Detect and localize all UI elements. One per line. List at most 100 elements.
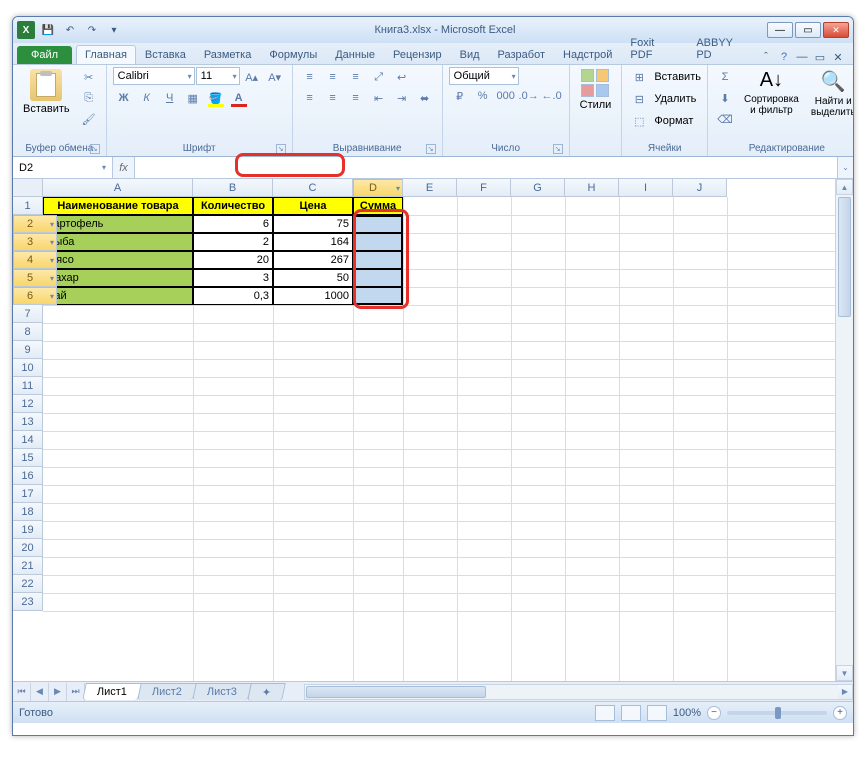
sort-filter-button[interactable]: A↓ Сортировка и фильтр <box>740 67 803 118</box>
cell-B3[interactable]: 2 <box>193 233 273 251</box>
grow-font-button[interactable]: A▴ <box>241 67 263 87</box>
sheet-prev-button[interactable]: ◀ <box>31 683 49 701</box>
align-top-button[interactable]: ≡ <box>299 67 321 87</box>
undo-button[interactable]: ↶ <box>61 21 79 39</box>
column-header-C[interactable]: C <box>273 179 353 197</box>
row-header-1[interactable]: 1 <box>13 197 43 215</box>
new-sheet-button[interactable]: ✦ <box>247 683 286 701</box>
row-header-10[interactable]: 10 <box>13 359 43 377</box>
find-select-button[interactable]: 🔍 Найти и выделить <box>807 67 854 120</box>
sheet-tab-2[interactable]: Лист2 <box>137 683 197 700</box>
cut-button[interactable]: ✂ <box>78 67 100 87</box>
shrink-font-button[interactable]: A▾ <box>264 67 286 87</box>
tab-formulas[interactable]: Формулы <box>260 45 326 64</box>
fill-color-button[interactable]: 🪣 <box>205 88 227 108</box>
number-format-select[interactable]: Общий <box>449 67 519 85</box>
number-launcher[interactable]: ↘ <box>553 144 563 154</box>
tab-view[interactable]: Вид <box>451 45 489 64</box>
zoom-slider[interactable] <box>727 711 827 715</box>
sheet-tab-3[interactable]: Лист3 <box>192 683 252 700</box>
cell-A5[interactable]: Сахар <box>43 269 193 287</box>
clear-button[interactable]: ⌫ <box>714 109 736 129</box>
close-button[interactable] <box>823 22 849 38</box>
merge-button[interactable]: ⬌ <box>414 88 436 108</box>
horizontal-scrollbar[interactable]: ◀ ▶ <box>304 684 853 700</box>
row-header-16[interactable]: 16 <box>13 467 43 485</box>
cell-D6[interactable] <box>353 287 403 305</box>
row-header-11[interactable]: 11 <box>13 377 43 395</box>
format-painter-button[interactable]: 🖌 <box>78 109 100 129</box>
zoom-out-button[interactable]: − <box>707 706 721 720</box>
cell-C6[interactable]: 1000 <box>273 287 353 305</box>
name-box[interactable]: D2 <box>13 157 113 178</box>
align-left-button[interactable]: ≡ <box>299 88 321 108</box>
row-header-9[interactable]: 9 <box>13 341 43 359</box>
tab-addins[interactable]: Надстрой <box>554 45 621 64</box>
font-size-select[interactable]: 11 <box>196 67 240 85</box>
clipboard-launcher[interactable]: ↘ <box>90 144 100 154</box>
format-cells-button[interactable]: ⬚ <box>628 111 650 131</box>
fx-button[interactable]: fx <box>113 157 135 178</box>
column-header-A[interactable]: A <box>43 179 193 197</box>
fill-button[interactable]: ⬇ <box>714 88 736 108</box>
row-header-6[interactable]: 6 <box>13 287 57 305</box>
decrease-indent-button[interactable]: ⇤ <box>368 88 390 108</box>
row-header-20[interactable]: 20 <box>13 539 43 557</box>
tab-foxit[interactable]: Foxit PDF <box>621 33 687 64</box>
sheet-next-button[interactable]: ▶ <box>49 683 67 701</box>
view-layout-button[interactable] <box>621 705 641 721</box>
delete-cells-button[interactable]: ⊟ <box>628 89 650 109</box>
align-right-button[interactable]: ≡ <box>345 88 367 108</box>
wrap-text-button[interactable]: ↩ <box>391 67 413 87</box>
scroll-down-arrow[interactable]: ▼ <box>836 665 853 681</box>
tab-layout[interactable]: Разметка <box>195 45 261 64</box>
row-header-19[interactable]: 19 <box>13 521 43 539</box>
cell-A1[interactable]: Наименование товара <box>43 197 193 215</box>
cell-A2[interactable]: Картофель <box>43 215 193 233</box>
doc-close-icon[interactable]: ✕ <box>831 50 845 64</box>
expand-formula-bar[interactable]: ⌄ <box>837 157 853 178</box>
font-launcher[interactable]: ↘ <box>276 144 286 154</box>
minimize-ribbon-icon[interactable]: ˆ <box>759 50 773 64</box>
increase-decimal-button[interactable]: .0→ <box>518 86 540 106</box>
border-button[interactable]: ▦ <box>182 88 204 108</box>
font-color-button[interactable]: А <box>228 88 250 108</box>
row-header-22[interactable]: 22 <box>13 575 43 593</box>
cell-C2[interactable]: 75 <box>273 215 353 233</box>
doc-restore-icon[interactable]: ▭ <box>813 50 827 64</box>
cell-C5[interactable]: 50 <box>273 269 353 287</box>
column-header-F[interactable]: F <box>457 179 511 197</box>
bold-button[interactable]: Ж <box>113 88 135 108</box>
select-all-corner[interactable] <box>13 179 43 197</box>
cell-A3[interactable]: Рыба <box>43 233 193 251</box>
decrease-decimal-button[interactable]: ←.0 <box>541 86 563 106</box>
cell-C1[interactable]: Цена <box>273 197 353 215</box>
row-header-21[interactable]: 21 <box>13 557 43 575</box>
tab-insert[interactable]: Вставка <box>136 45 195 64</box>
cell-D4[interactable] <box>353 251 403 269</box>
cells-area[interactable]: Наименование товараКоличествоЦенаСуммаКа… <box>43 197 835 681</box>
column-header-E[interactable]: E <box>403 179 457 197</box>
alignment-launcher[interactable]: ↘ <box>426 144 436 154</box>
help-icon[interactable]: ? <box>777 50 791 64</box>
cell-D5[interactable] <box>353 269 403 287</box>
underline-button[interactable]: Ч <box>159 88 181 108</box>
column-header-G[interactable]: G <box>511 179 565 197</box>
orientation-button[interactable]: ⤢ <box>368 67 390 87</box>
scroll-right-arrow[interactable]: ▶ <box>838 685 852 699</box>
column-header-D[interactable]: D <box>353 179 403 197</box>
minimize-button[interactable]: — <box>767 22 793 38</box>
vscroll-thumb[interactable] <box>838 197 851 317</box>
cell-B6[interactable]: 0,3 <box>193 287 273 305</box>
scroll-up-arrow[interactable]: ▲ <box>836 179 853 195</box>
tab-data[interactable]: Данные <box>326 45 384 64</box>
cell-D1[interactable]: Сумма <box>353 197 403 215</box>
cell-B4[interactable]: 20 <box>193 251 273 269</box>
tab-file[interactable]: Файл <box>17 46 72 64</box>
cell-C4[interactable]: 267 <box>273 251 353 269</box>
row-header-8[interactable]: 8 <box>13 323 43 341</box>
tab-abbyy[interactable]: ABBYY PD <box>687 33 759 64</box>
sheet-first-button[interactable]: ⏮ <box>13 683 31 701</box>
row-header-14[interactable]: 14 <box>13 431 43 449</box>
cell-B2[interactable]: 6 <box>193 215 273 233</box>
